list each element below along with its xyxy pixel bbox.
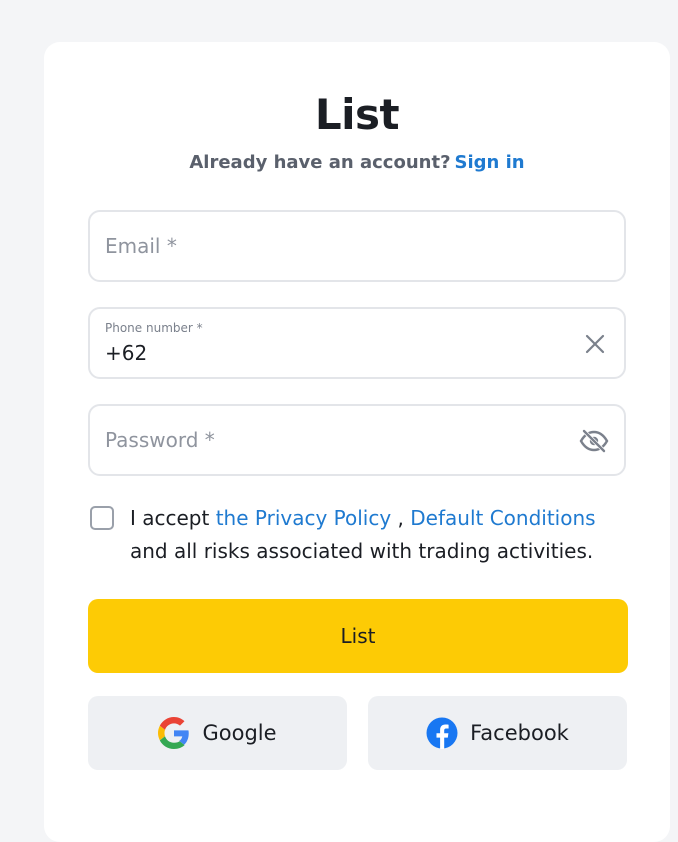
signup-card: List Already have an account? Sign in Ema…: [44, 42, 670, 842]
signin-link[interactable]: Sign in: [455, 152, 525, 173]
consent-prefix: I accept: [130, 506, 216, 530]
signin-prompt: Already have an account? Sign in: [44, 152, 670, 173]
consent-checkbox[interactable]: [90, 506, 114, 530]
facebook-login-button[interactable]: Facebook: [368, 696, 627, 770]
privacy-policy-link[interactable]: the Privacy Policy: [216, 506, 391, 530]
eye-off-icon[interactable]: [578, 428, 610, 454]
close-icon[interactable]: [582, 331, 608, 357]
consent-text: I accept the Privacy Policy , Default Co…: [130, 502, 630, 568]
password-placeholder: Password *: [105, 428, 215, 452]
page-title: List: [314, 90, 400, 139]
signin-prompt-text: Already have an account?: [189, 152, 451, 173]
google-icon: [158, 717, 190, 749]
consent-suffix: and all risks associated with trading ac…: [130, 539, 594, 563]
facebook-label: Facebook: [470, 721, 569, 745]
default-conditions-link[interactable]: Default Conditions: [410, 506, 595, 530]
consent-separator: ,: [391, 506, 411, 530]
phone-value: +62: [105, 341, 148, 365]
email-field[interactable]: Email *: [88, 210, 626, 282]
phone-field[interactable]: Phone number * +62: [88, 307, 626, 379]
phone-label: Phone number *: [105, 321, 203, 335]
submit-button[interactable]: List: [88, 599, 628, 673]
email-placeholder: Email *: [105, 234, 177, 258]
password-field[interactable]: Password *: [88, 404, 626, 476]
google-label: Google: [202, 721, 277, 745]
facebook-icon: [426, 717, 458, 749]
google-login-button[interactable]: Google: [88, 696, 347, 770]
